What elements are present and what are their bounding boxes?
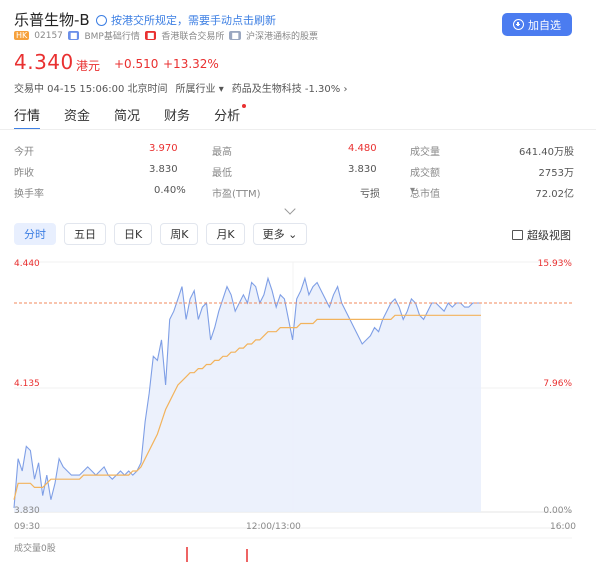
y-tick-left: 3.830: [14, 506, 40, 516]
x-tick: 12:00/13:00: [246, 522, 301, 532]
y-tick-right: 7.96%: [543, 379, 572, 389]
x-tick: 16:00: [550, 522, 576, 532]
price-area: [14, 278, 481, 512]
y-tick-left: 4.135: [14, 379, 40, 389]
intraday-chart[interactable]: [0, 0, 596, 562]
y-tick-right: 0.00%: [543, 506, 572, 516]
y-tick-left: 4.440: [14, 259, 40, 269]
x-tick: 09:30: [14, 522, 40, 532]
volume-label: 成交量0股: [14, 544, 56, 554]
y-tick-right: 15.93%: [537, 259, 572, 269]
